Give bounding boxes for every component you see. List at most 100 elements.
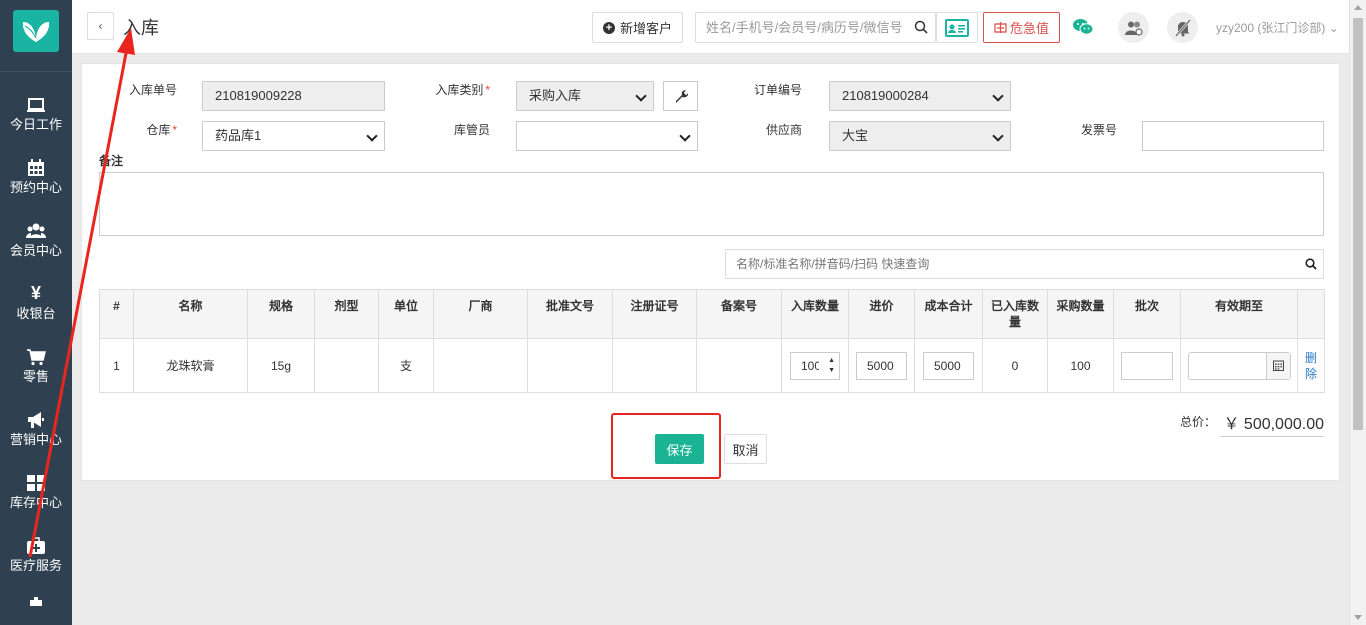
global-search (695, 12, 936, 43)
invoice-no-field[interactable] (1142, 121, 1324, 151)
item-name: 龙珠软膏 (133, 338, 248, 393)
sidebar-item-today-work[interactable]: 今日工作 (0, 85, 72, 145)
stock-in-type-select[interactable]: 采购入库 (516, 81, 654, 111)
quick-search-input[interactable] (726, 250, 1286, 278)
column-header: 规格 (247, 289, 315, 339)
sidebar-item-more[interactable] (0, 584, 72, 625)
total-label: 总价： (1180, 415, 1217, 429)
expiry-date-input[interactable] (1187, 351, 1291, 380)
warning-sign-icon (994, 22, 1007, 33)
item-reg-no (612, 338, 697, 393)
price-input[interactable]: 5000 (856, 351, 907, 380)
member-card-button[interactable] (936, 12, 978, 43)
purchase-order-no-label: 订单编号 (753, 83, 802, 97)
wechat-icon[interactable] (1072, 16, 1094, 38)
cart-icon (0, 343, 72, 369)
sidebar-item-cashier[interactable]: ¥ 收银台 (0, 274, 72, 334)
purchase-order-no-select[interactable]: 210819000284 (829, 81, 1011, 111)
cancel-button[interactable]: 取消 (724, 434, 767, 464)
grid-icon (0, 469, 72, 495)
row-index: 1 (99, 338, 134, 393)
top-bar: ‹ 入库 + 新增客户 危急值 yzy200 (张江门诊部) ⌄ (72, 0, 1349, 54)
delete-row-link[interactable]: 删除 (1304, 350, 1318, 382)
order-no-field: 210819009228 (202, 81, 385, 111)
users-icon (0, 217, 72, 243)
sidebar-item-label: 营销中心 (9, 432, 62, 447)
chevron-down-icon: ⌄ (1328, 21, 1339, 35)
table-row: 1 龙珠软膏 15g 支 100 ▲▼ 5000 (99, 338, 1325, 393)
sidebar-item-label: 会员中心 (9, 243, 62, 258)
item-approval-no (527, 338, 613, 393)
sidebar-item-inventory[interactable]: 库存中心 (0, 463, 72, 523)
supplier-select[interactable]: 大宝 (829, 121, 1011, 151)
column-header: 成本合计 (914, 289, 983, 339)
cost-input[interactable]: 5000 (923, 351, 974, 380)
cost-cell: 5000 (914, 338, 983, 393)
sidebar-item-label: 今日工作 (9, 117, 62, 132)
item-form (314, 338, 379, 393)
item-maker (433, 338, 528, 393)
column-header: 名称 (133, 289, 248, 339)
sidebar-item-members[interactable]: 会员中心 (0, 211, 72, 271)
column-header: 进价 (848, 289, 915, 339)
page-title: 入库 (123, 18, 159, 38)
search-icon[interactable] (1305, 258, 1317, 270)
global-search-input[interactable] (696, 13, 906, 42)
received-qty: 0 (982, 338, 1048, 393)
column-header: 备案号 (696, 289, 782, 339)
save-button[interactable]: 保存 (655, 434, 704, 464)
laptop-icon (0, 91, 72, 117)
page-scrollbar[interactable] (1349, 0, 1366, 625)
qty-stepper[interactable]: 100 ▲▼ (790, 351, 840, 380)
user-name: yzy200 (张江门诊部) (1216, 21, 1326, 35)
batch-cell (1113, 338, 1181, 393)
invoice-no-label: 发票号 (1080, 123, 1117, 137)
sidebar: 今日工作 预约中心 会员中心 ¥ 收银台 零售 营销中心 库存中心 医疗服务 (0, 0, 72, 625)
new-customer-label: 新增客户 (619, 21, 672, 36)
warehouse-label: 仓库 * (146, 123, 177, 137)
column-header: 有效期至 (1180, 289, 1298, 339)
column-header: 入库数量 (781, 289, 849, 339)
calendar-icon[interactable] (1265, 352, 1290, 379)
sidebar-item-appointments[interactable]: 预约中心 (0, 148, 72, 208)
team-button[interactable] (1118, 12, 1149, 43)
column-header: 已入库数量 (982, 289, 1048, 339)
batch-input[interactable] (1121, 351, 1173, 380)
remark-textarea[interactable] (99, 172, 1324, 236)
new-customer-button[interactable]: + 新增客户 (592, 12, 683, 43)
keeper-label: 库管员 (453, 123, 490, 137)
scroll-up-icon[interactable] (1354, 5, 1362, 10)
qty-cell: 100 ▲▼ (781, 338, 849, 393)
order-no-label: 入库单号 (128, 83, 177, 97)
app-logo[interactable] (13, 10, 59, 52)
column-header: 注册证号 (612, 289, 697, 339)
sidebar-item-medical[interactable]: 医疗服务 (0, 526, 72, 586)
search-icon[interactable] (914, 20, 928, 34)
critical-value-button[interactable]: 危急值 (983, 12, 1060, 43)
sidebar-item-retail[interactable]: 零售 (0, 337, 72, 397)
bell-off-icon (1174, 18, 1191, 37)
notifications-button[interactable] (1167, 12, 1198, 43)
warehouse-select[interactable]: 药品库1 (202, 121, 385, 151)
sidebar-item-label: 预约中心 (9, 180, 62, 195)
back-button[interactable]: ‹ (87, 12, 114, 40)
sidebar-item-label: 医疗服务 (9, 558, 62, 573)
yen-icon: ¥ (30, 283, 41, 303)
supplier-label: 供应商 (765, 123, 802, 137)
keeper-select[interactable] (516, 121, 698, 151)
sidebar-divider (0, 71, 72, 72)
type-settings-button[interactable] (663, 81, 698, 111)
team-icon (1124, 21, 1143, 36)
column-header: 厂商 (433, 289, 528, 339)
column-header: 单位 (378, 289, 434, 339)
spinner-arrows-icon[interactable]: ▲ ▼ (828, 356, 835, 376)
scroll-down-icon[interactable] (1354, 615, 1362, 620)
sidebar-item-marketing[interactable]: 营销中心 (0, 400, 72, 460)
user-menu[interactable]: yzy200 (张江门诊部) ⌄ (1216, 19, 1339, 36)
column-header: 剂型 (314, 289, 379, 339)
scrollbar-thumb[interactable] (1353, 18, 1363, 430)
column-header: # (99, 289, 134, 339)
column-header: 采购数量 (1047, 289, 1114, 339)
item-filing-no (696, 338, 782, 393)
stock-in-type-label: 入库类别 * (435, 83, 490, 97)
